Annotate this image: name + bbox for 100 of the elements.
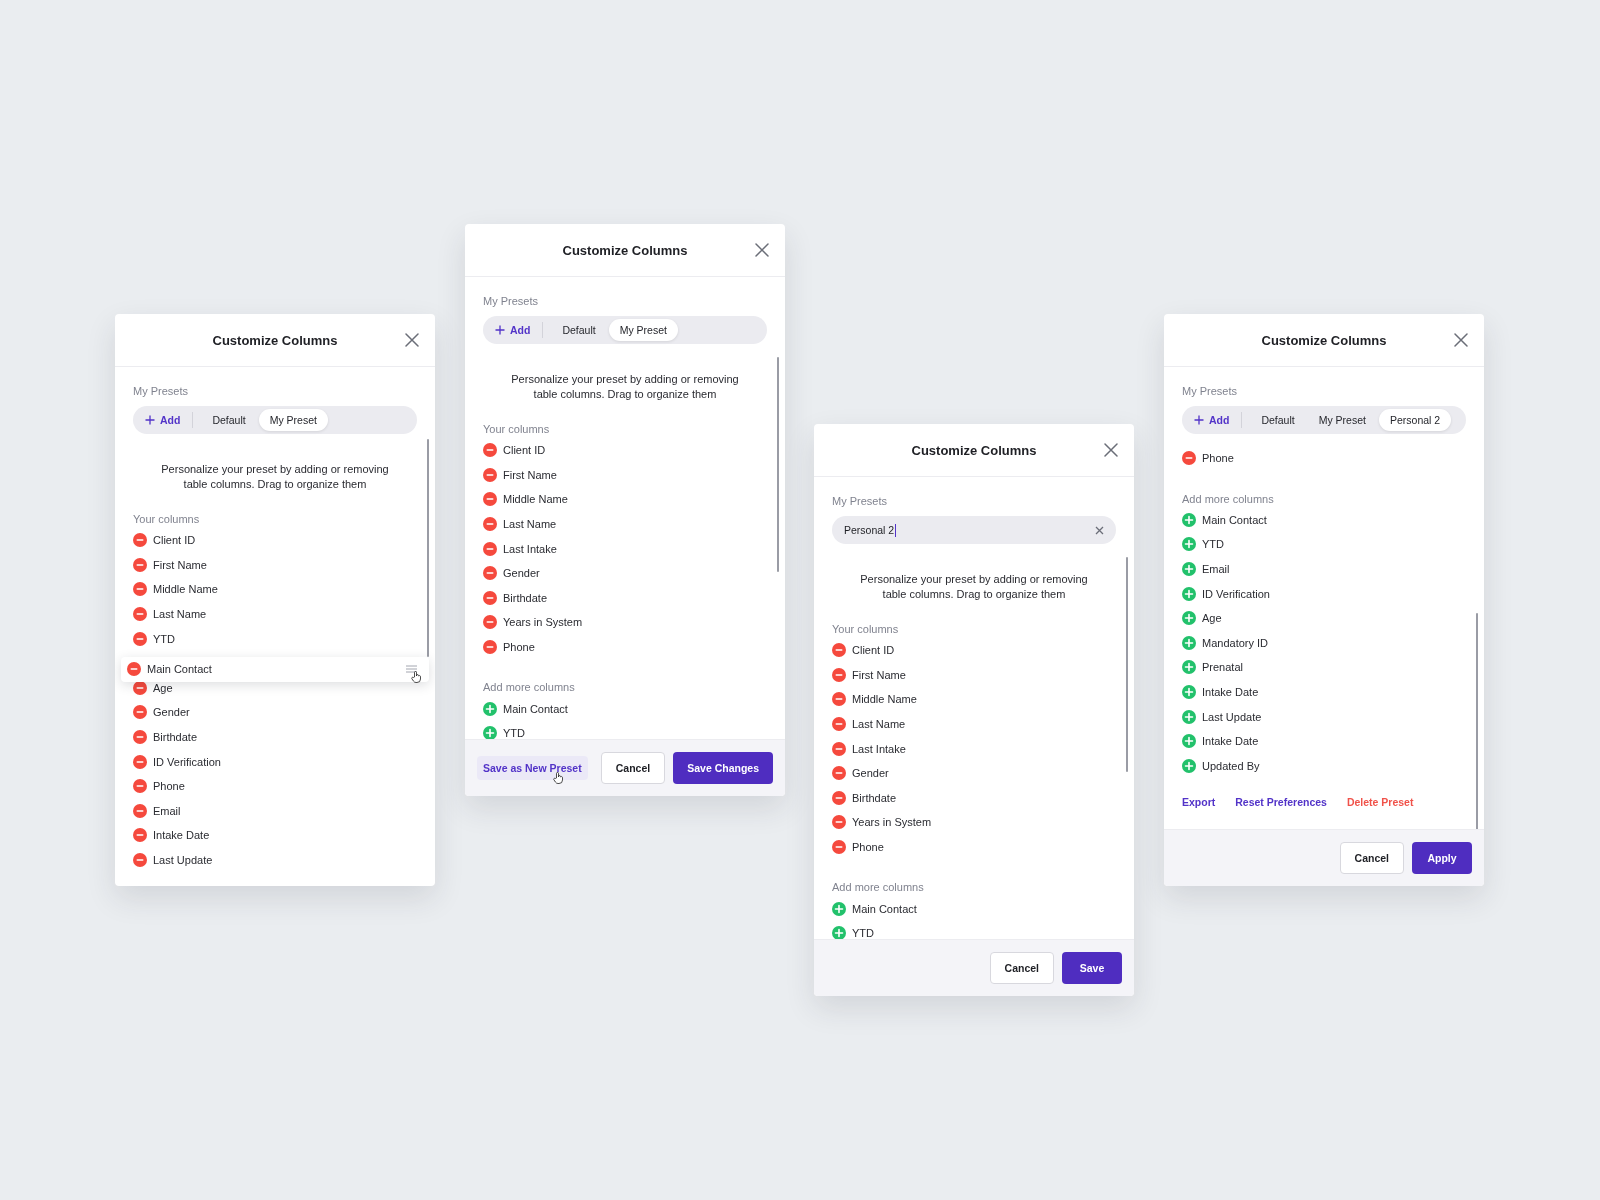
column-row[interactable]: Phone [133,773,417,799]
column-row[interactable]: Email [133,798,417,824]
remove-icon[interactable] [483,615,497,630]
add-icon[interactable] [1182,758,1196,773]
close-icon[interactable] [1104,443,1118,457]
column-row[interactable]: Birthdate [133,724,417,750]
column-row[interactable]: Updated By [1182,753,1466,779]
add-icon[interactable] [1182,586,1196,601]
column-row[interactable]: Prenatal [1182,655,1466,680]
close-icon[interactable] [405,333,419,347]
column-row[interactable]: Years in System [483,610,767,635]
add-icon[interactable] [1182,660,1196,675]
column-row[interactable]: Intake Date [133,823,417,848]
column-row[interactable]: Phone [1182,446,1466,471]
column-row[interactable]: YTD [133,626,417,651]
add-preset-button[interactable]: Add [137,409,189,431]
remove-icon[interactable] [832,717,846,732]
preset-tab[interactable]: My Preset [258,409,328,431]
remove-icon[interactable] [832,667,846,682]
remove-icon[interactable] [483,590,497,605]
primary-button[interactable]: Save Changes [673,752,773,784]
add-icon[interactable] [483,726,497,739]
preset-tab[interactable]: Default [201,409,257,431]
add-icon[interactable] [1182,537,1196,552]
preset-tab[interactable]: Default [551,319,607,341]
drag-handle-icon[interactable] [406,665,417,674]
column-row[interactable]: Client ID [832,638,1116,663]
remove-icon[interactable] [133,730,147,745]
column-row[interactable]: Phone [483,634,767,660]
remove-icon[interactable] [133,779,147,794]
column-row[interactable]: First Name [133,552,417,578]
remove-icon[interactable] [1182,451,1196,466]
column-row[interactable]: YTD [832,920,1116,939]
column-row[interactable]: Last Name [832,711,1116,737]
primary-button[interactable]: Save [1062,952,1122,984]
column-row[interactable]: ID Verification [1182,581,1466,606]
remove-icon[interactable] [133,631,147,646]
remove-icon[interactable] [133,754,147,769]
column-row[interactable]: YTD [1182,532,1466,557]
column-row[interactable]: Last Update [133,847,417,873]
add-icon[interactable] [1182,635,1196,650]
preset-tab[interactable]: Default [1250,409,1306,431]
add-icon[interactable] [1182,734,1196,749]
column-row[interactable]: Main Contact [1182,507,1466,533]
close-icon[interactable] [1454,333,1468,347]
add-preset-button[interactable]: Add [487,319,539,341]
column-row[interactable]: Mandatory ID [1182,630,1466,656]
preset-tab[interactable]: My Preset [608,319,678,341]
cancel-button[interactable]: Cancel [600,752,666,784]
remove-icon[interactable] [133,705,147,720]
column-row[interactable]: Last Name [133,601,417,627]
add-icon[interactable] [1182,685,1196,700]
remove-icon[interactable] [832,790,846,805]
remove-icon[interactable] [133,582,147,597]
remove-icon[interactable] [483,517,497,532]
preset-tab[interactable]: Personal 2 [1378,409,1452,431]
column-row[interactable]: Email [1182,556,1466,582]
column-row[interactable]: First Name [832,662,1116,688]
add-icon[interactable] [483,701,497,716]
remove-icon[interactable] [483,566,497,581]
remove-icon[interactable] [832,741,846,756]
remove-icon[interactable] [832,815,846,830]
remove-icon[interactable] [133,803,147,818]
scrollbar[interactable] [427,439,429,657]
action-link[interactable]: Reset Preferences [1235,796,1327,809]
remove-icon[interactable] [832,766,846,781]
action-link[interactable]: Export [1182,796,1216,809]
remove-icon[interactable] [483,443,497,458]
remove-icon[interactable] [133,607,147,622]
column-row[interactable]: Intake Date [1182,679,1466,705]
column-row[interactable]: Intake Date [1182,728,1466,754]
column-row[interactable]: Birthdate [832,785,1116,811]
remove-icon[interactable] [133,557,147,572]
add-icon[interactable] [1182,709,1196,724]
column-row[interactable]: Client ID [133,528,417,553]
column-row[interactable]: Main Contact [483,696,767,721]
remove-icon[interactable] [483,492,497,507]
column-row[interactable]: Gender [483,560,767,586]
preset-tab[interactable]: My Preset [1307,409,1377,431]
remove-icon[interactable] [133,680,147,695]
remove-icon[interactable] [127,662,141,677]
add-icon[interactable] [1182,512,1196,527]
column-row[interactable]: Middle Name [483,487,767,512]
add-icon[interactable] [832,901,846,916]
scrollbar[interactable] [1476,613,1478,829]
column-row[interactable]: ID Verification [133,749,417,774]
remove-icon[interactable] [483,467,497,482]
column-row[interactable]: First Name [483,462,767,488]
dragged-column-row[interactable]: Main Contact [121,656,429,682]
remove-icon[interactable] [133,828,147,843]
cancel-button[interactable]: Cancel [1339,842,1404,874]
column-row[interactable]: Middle Name [133,577,417,602]
add-icon[interactable] [1182,611,1196,626]
remove-icon[interactable] [832,692,846,707]
column-row[interactable]: Gender [832,760,1116,786]
column-row[interactable]: Last Name [483,511,767,537]
remove-icon[interactable] [133,533,147,548]
column-row[interactable]: Client ID [483,438,767,463]
column-row[interactable]: Last Intake [832,736,1116,761]
remove-icon[interactable] [832,643,846,658]
